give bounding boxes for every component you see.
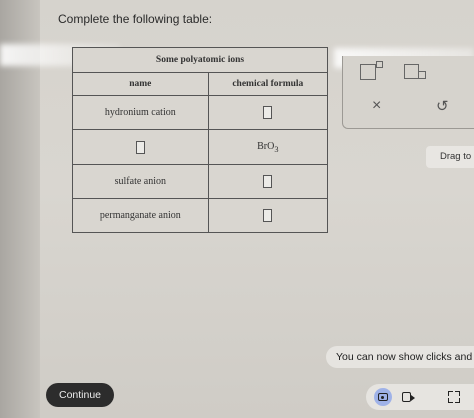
superscript-icon[interactable]	[360, 61, 383, 80]
close-icon[interactable]: ×	[372, 97, 381, 115]
formula-answer-box[interactable]	[263, 106, 273, 120]
name-cell: permanganate anion	[72, 197, 209, 234]
formula-cell	[207, 95, 329, 131]
formula-cell	[207, 163, 329, 199]
recording-notice: You can now show clicks and	[326, 346, 474, 368]
name-answer-box[interactable]	[135, 140, 145, 154]
formula-answer-box[interactable]	[263, 208, 273, 222]
formula-cell: BrO3	[207, 129, 329, 165]
formula-answer-box[interactable]	[263, 174, 273, 188]
column-header-formula: chemical formula	[207, 72, 329, 97]
camera-icon	[378, 393, 388, 401]
table-row: sulfate anion	[72, 163, 329, 199]
table-row: permanganate anion	[72, 197, 329, 234]
name-cell: sulfate anion	[72, 163, 209, 199]
formula-subscript: 3	[274, 144, 279, 154]
fullscreen-icon[interactable]	[448, 391, 460, 403]
name-cell: hydronium cation	[72, 95, 209, 131]
undo-icon[interactable]: ↺	[436, 97, 449, 115]
formula-cell	[207, 197, 329, 234]
formula-text: BrO	[257, 140, 275, 152]
video-icon[interactable]	[402, 392, 415, 402]
subscript-icon[interactable]	[404, 64, 426, 79]
drag-hint[interactable]: Drag to	[426, 146, 474, 168]
column-header-name: name	[72, 72, 209, 97]
continue-button[interactable]: Continue	[46, 383, 114, 407]
table-title: Some polyatomic ions	[72, 46, 328, 74]
question-prompt: Complete the following table:	[58, 12, 213, 26]
screenshot-button[interactable]	[374, 388, 392, 406]
polyatomic-ions-table: Some polyatomic ions name chemical formu…	[72, 46, 329, 234]
name-cell	[72, 129, 209, 165]
table-row: BrO3	[72, 129, 329, 165]
table-row: hydronium cation	[72, 95, 329, 131]
